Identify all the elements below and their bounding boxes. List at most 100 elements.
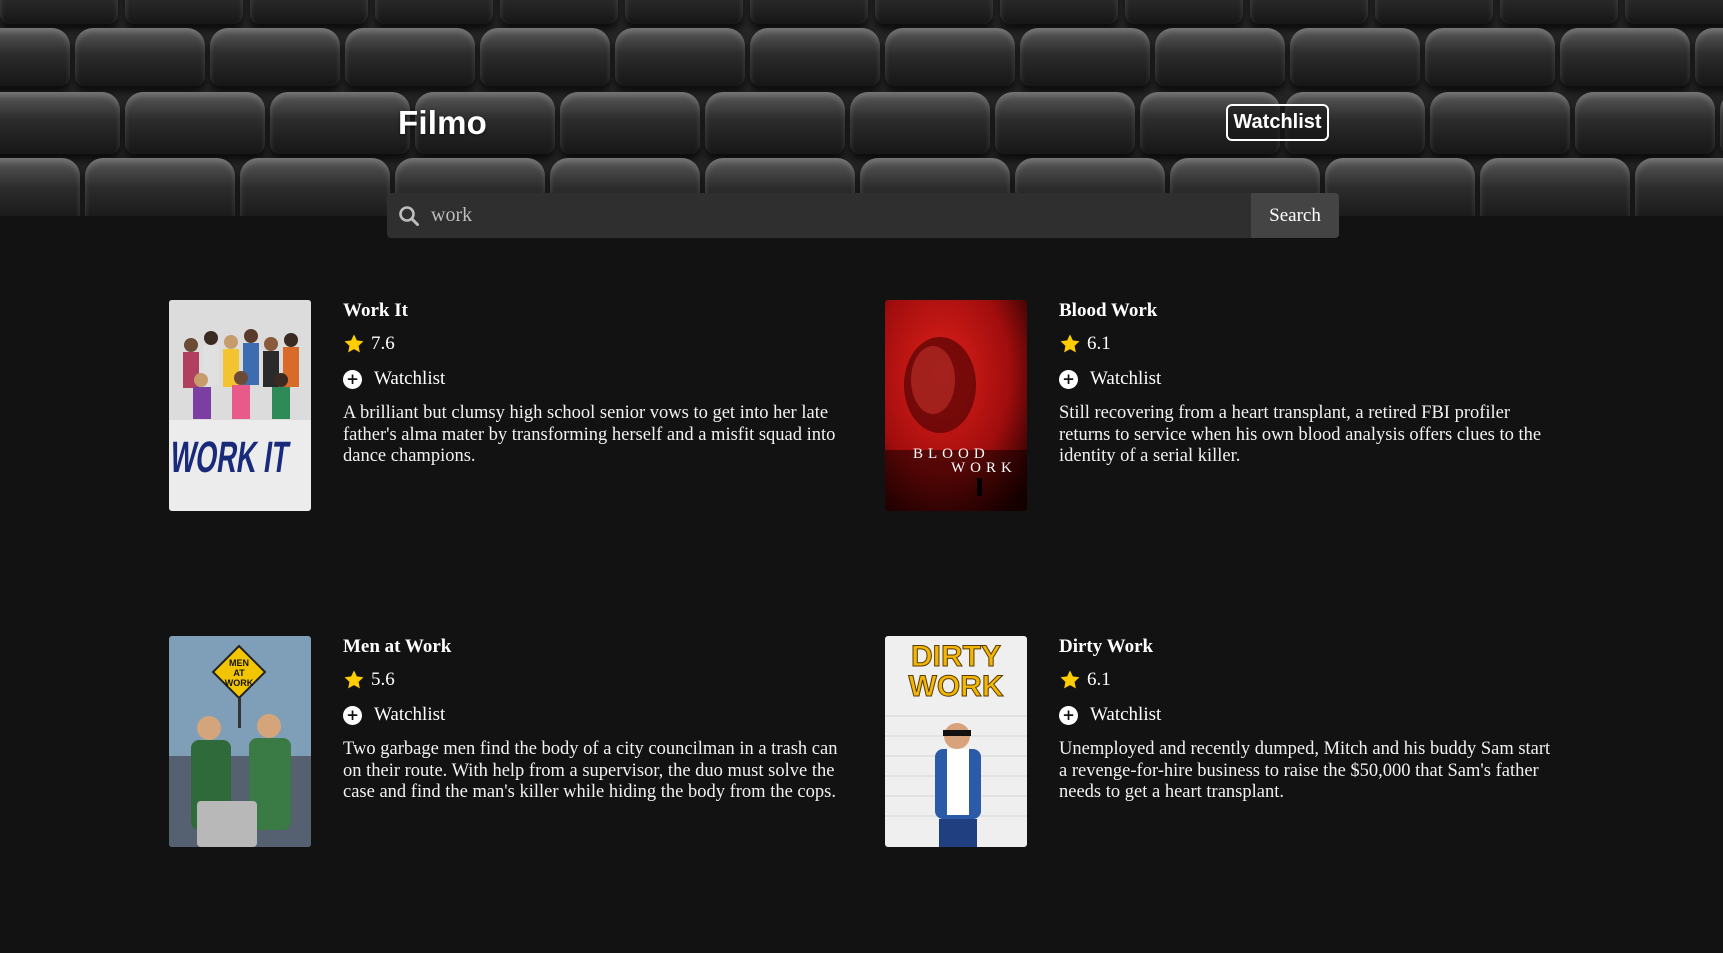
theater-seat <box>560 92 700 154</box>
watchlist-label: Watchlist <box>1090 704 1162 725</box>
app-logo[interactable]: Filmo <box>398 104 487 142</box>
star-icon <box>1060 670 1080 689</box>
movie-card[interactable]: DIRTY WORK Dirty Work 6.1 + Watchlist Un… <box>885 636 1565 848</box>
movie-description: Still recovering from a heart transplant… <box>1059 403 1542 466</box>
theater-seat <box>1125 0 1243 24</box>
poster-title-line2: WORK <box>909 670 1004 703</box>
poster-title-line2: WORK <box>951 460 1017 476</box>
watchlist-label: Watchlist <box>374 368 446 389</box>
theater-seat <box>1560 28 1690 86</box>
theater-seat <box>125 0 243 24</box>
movie-title[interactable]: Blood Work <box>1059 300 1559 322</box>
theater-seat <box>210 28 340 86</box>
movie-info: Dirty Work 6.1 + Watchlist Unemployed an… <box>1059 636 1559 804</box>
movie-card[interactable]: BLOOD WORK Blood Work 6.1 + Watchlist St… <box>885 300 1565 512</box>
movie-title[interactable]: Dirty Work <box>1059 636 1559 658</box>
movie-rating: 6.1 <box>1059 333 1559 355</box>
movie-info: Work It 7.6 + Watchlist A brilliant but … <box>343 300 843 468</box>
movie-description: Two garbage men find the body of a city … <box>343 739 838 802</box>
hero-banner: Filmo Watchlist <box>0 0 1723 216</box>
movie-rating: 5.6 <box>343 669 843 691</box>
theater-seat <box>0 0 118 24</box>
search-button[interactable]: Search <box>1251 193 1339 238</box>
theater-seat <box>1625 0 1723 24</box>
theater-seat <box>500 0 618 24</box>
theater-seat <box>75 28 205 86</box>
theater-seat <box>270 92 410 154</box>
poster-title-text: WORK IT <box>169 433 292 482</box>
theater-seat <box>85 158 235 216</box>
theater-seat <box>705 92 845 154</box>
theater-seat <box>1635 158 1723 216</box>
movie-poster[interactable]: WORK IT <box>169 300 311 511</box>
add-to-watchlist-button[interactable]: + Watchlist <box>1059 704 1559 726</box>
rating-value: 5.6 <box>371 669 395 690</box>
theater-seat <box>1425 28 1555 86</box>
theater-seat <box>1480 158 1630 216</box>
movie-title[interactable]: Work It <box>343 300 843 322</box>
rating-value: 6.1 <box>1087 333 1111 354</box>
watchlist-label: Watchlist <box>1090 368 1162 389</box>
plus-icon: + <box>343 705 362 725</box>
theater-seat <box>240 158 390 216</box>
movie-description: A brilliant but clumsy high school senio… <box>343 403 836 466</box>
theater-seat <box>1430 92 1570 154</box>
theater-seat <box>375 0 493 24</box>
theater-seat <box>885 28 1015 86</box>
poster-title-line1: DIRTY <box>911 640 1001 673</box>
theater-seat <box>480 28 610 86</box>
theater-seat <box>750 28 880 86</box>
movie-title[interactable]: Men at Work <box>343 636 843 658</box>
poster-sign-line3: WORK <box>225 678 254 688</box>
theater-seat <box>0 28 70 86</box>
theater-seat <box>1250 0 1368 24</box>
movie-card[interactable]: WORK IT Work It 7.6 + Watchlist A brilli… <box>169 300 849 512</box>
movie-rating: 6.1 <box>1059 669 1559 691</box>
theater-seat <box>250 0 368 24</box>
movie-description: Unemployed and recently dumped, Mitch an… <box>1059 739 1551 802</box>
movie-card[interactable]: MEN AT WORK Men at Work 5.6 + Watchlist … <box>169 636 849 848</box>
movie-poster[interactable]: MEN AT WORK <box>169 636 311 847</box>
theater-seat <box>1695 28 1723 86</box>
theater-seat <box>750 0 868 24</box>
poster-sign-line1: MEN <box>229 658 249 668</box>
add-to-watchlist-button[interactable]: + Watchlist <box>343 368 843 390</box>
watchlist-nav-button[interactable]: Watchlist <box>1226 104 1329 141</box>
movie-rating: 7.6 <box>343 333 843 355</box>
search-bar: Search <box>387 193 1339 238</box>
theater-seats-background <box>0 0 1723 216</box>
star-icon <box>1060 334 1080 353</box>
movie-info: Men at Work 5.6 + Watchlist Two garbage … <box>343 636 843 804</box>
theater-seat <box>995 92 1135 154</box>
theater-seat <box>1575 92 1715 154</box>
search-icon <box>387 193 431 238</box>
theater-seat <box>0 92 120 154</box>
theater-seat <box>345 28 475 86</box>
theater-seat <box>625 0 743 24</box>
poster-sign-line2: AT <box>233 668 245 678</box>
theater-seat <box>1290 28 1420 86</box>
star-icon <box>344 334 364 353</box>
theater-seat <box>850 92 990 154</box>
movie-info: Blood Work 6.1 + Watchlist Still recover… <box>1059 300 1559 468</box>
movie-poster[interactable]: BLOOD WORK <box>885 300 1027 511</box>
theater-seat <box>1155 28 1285 86</box>
theater-seat <box>125 92 265 154</box>
add-to-watchlist-button[interactable]: + Watchlist <box>1059 368 1559 390</box>
theater-seat <box>1375 0 1493 24</box>
search-input[interactable] <box>431 193 1251 238</box>
theater-seat <box>1325 158 1475 216</box>
watchlist-label: Watchlist <box>374 704 446 725</box>
theater-seat <box>1000 0 1118 24</box>
plus-icon: + <box>1059 369 1078 389</box>
rating-value: 7.6 <box>371 333 395 354</box>
plus-icon: + <box>343 369 362 389</box>
rating-value: 6.1 <box>1087 669 1111 690</box>
theater-seat <box>875 0 993 24</box>
movie-poster[interactable]: DIRTY WORK <box>885 636 1027 847</box>
theater-seat <box>615 28 745 86</box>
theater-seat <box>0 158 80 216</box>
theater-seat <box>1020 28 1150 86</box>
add-to-watchlist-button[interactable]: + Watchlist <box>343 704 843 726</box>
star-icon <box>344 670 364 689</box>
